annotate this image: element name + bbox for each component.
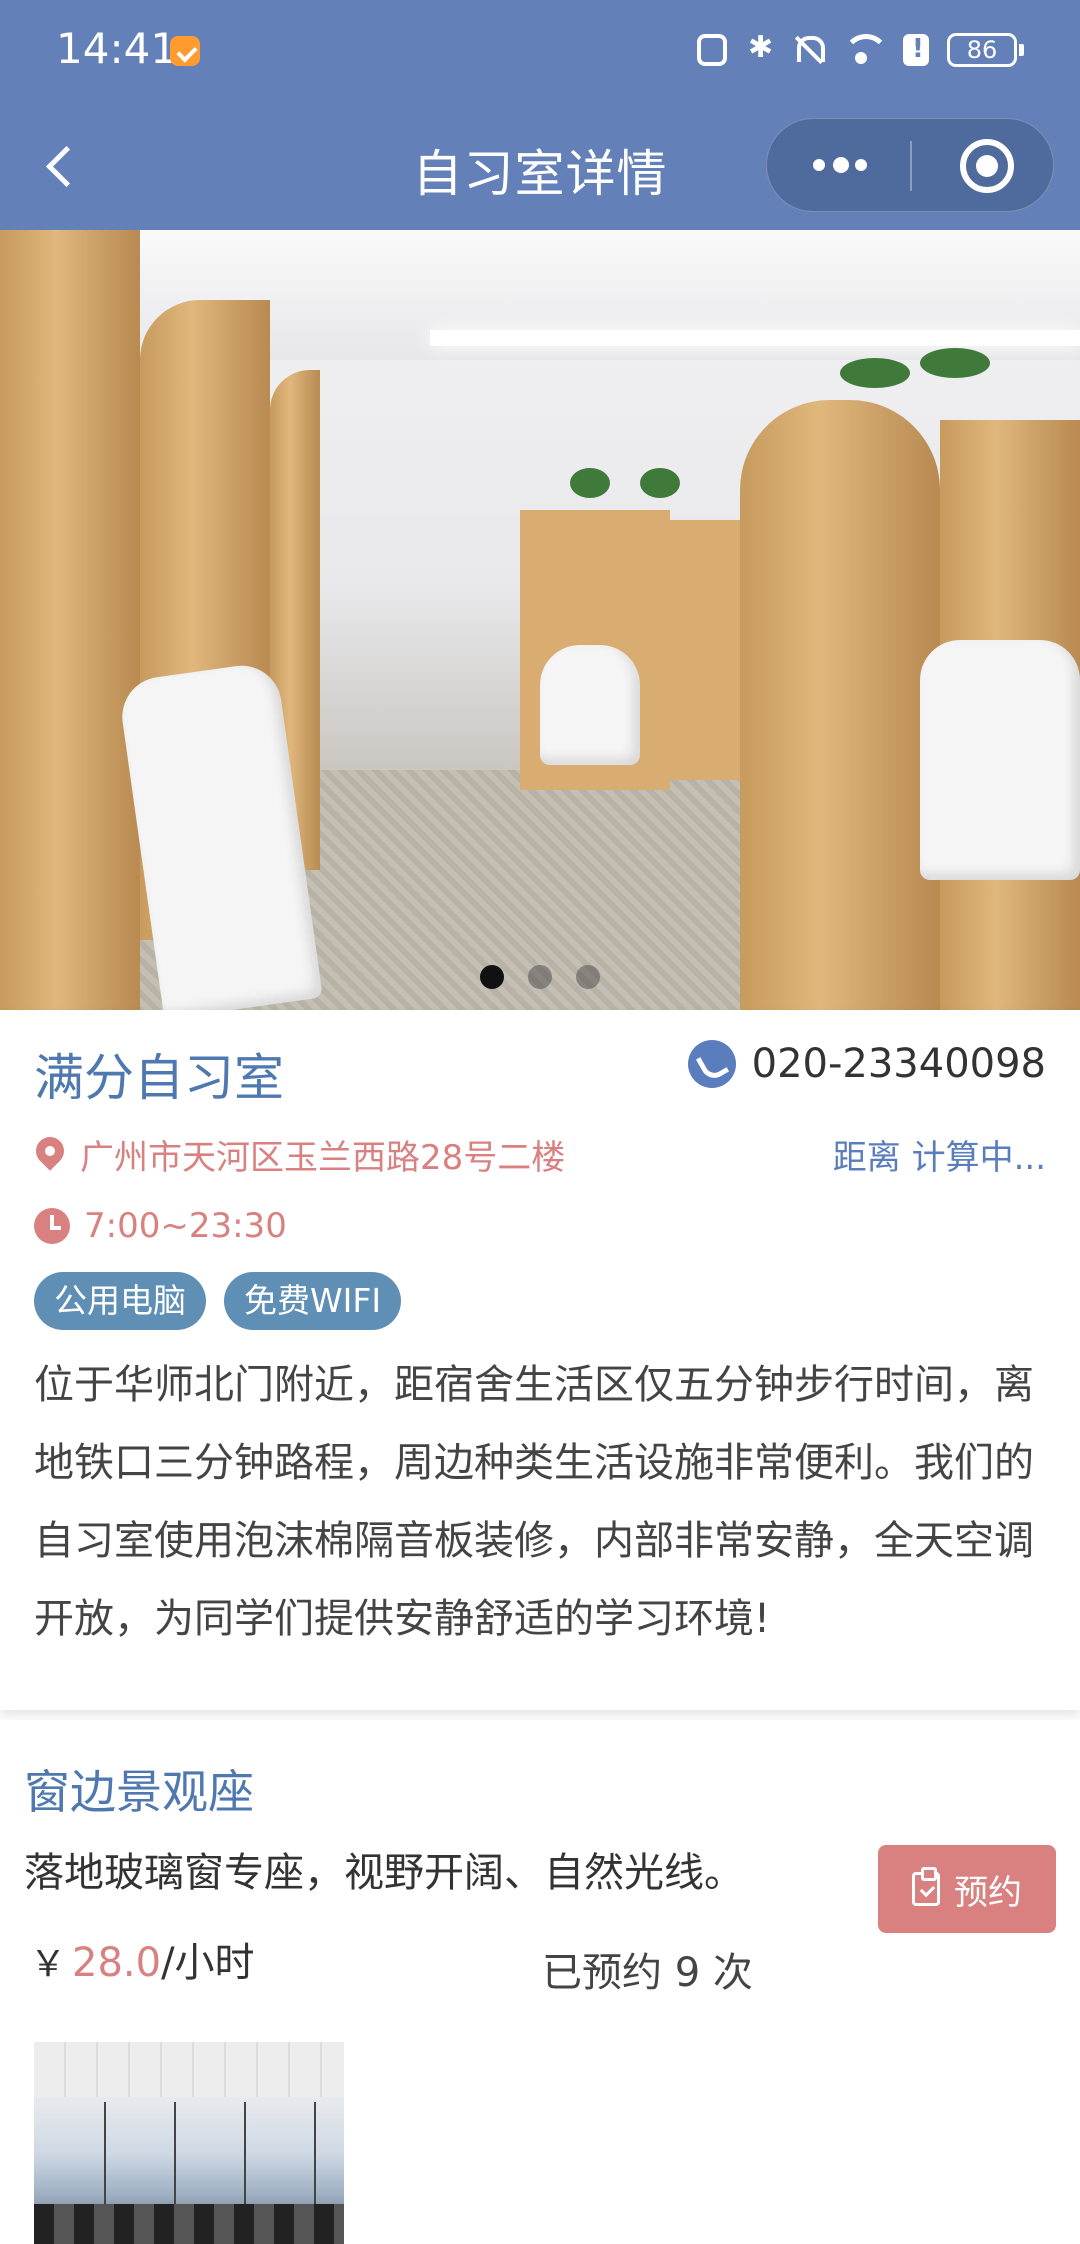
carousel-dot[interactable] bbox=[528, 965, 552, 989]
seat-photo[interactable] bbox=[34, 2042, 344, 2244]
room-info-card: 满分自习室 020-23340098 广州市天河区玉兰西路28号二楼 距离 计算… bbox=[0, 1010, 1080, 1710]
location-pin-icon bbox=[34, 1137, 66, 1173]
close-miniprogram-button[interactable] bbox=[960, 139, 1014, 193]
more-button[interactable] bbox=[805, 149, 875, 183]
seat-description: 落地玻璃窗专座，视野开阔、自然光线。 bbox=[24, 1850, 744, 1896]
mute-icon bbox=[793, 34, 825, 66]
capsule-divider bbox=[910, 141, 912, 191]
status-time: 14:41 bbox=[56, 24, 178, 73]
phone-icon bbox=[687, 1040, 736, 1088]
more-dots-icon bbox=[813, 159, 825, 171]
nav-bar: 自习室详情 bbox=[0, 100, 1080, 230]
facility-tag: 免费WIFI bbox=[224, 1272, 402, 1330]
seat-price: ￥ 28.0 /小时 bbox=[30, 1930, 255, 1988]
facility-tag: 公用电脑 bbox=[34, 1272, 206, 1330]
currency-symbol: ￥ bbox=[30, 1944, 67, 1985]
book-button[interactable]: 预约 bbox=[878, 1845, 1056, 1933]
clipboard-check-icon bbox=[912, 1867, 940, 1906]
book-label: 预约 bbox=[954, 1872, 1022, 1913]
booking-count: 已预约 9 次 bbox=[542, 1950, 753, 1996]
hours-row: 7:00~23:30 bbox=[34, 1206, 287, 1246]
room-name: 满分自习室 bbox=[34, 1049, 284, 1107]
nfc-icon bbox=[697, 34, 727, 66]
seat-name: 窗边景观座 bbox=[24, 1765, 254, 1819]
miniprogram-capsule bbox=[766, 118, 1054, 212]
wifi-icon bbox=[841, 34, 889, 66]
carousel-indicators bbox=[0, 965, 1080, 989]
photo-carousel[interactable] bbox=[0, 230, 1080, 1010]
alert-icon bbox=[903, 34, 929, 66]
app-notification-icon bbox=[170, 36, 200, 66]
status-bar: 14:41 86 bbox=[0, 0, 1080, 100]
seat-card: 窗边景观座 落地玻璃窗专座，视野开阔、自然光线。 预约 ￥ 28.0 /小时 已… bbox=[0, 1720, 1080, 2244]
carousel-dot[interactable] bbox=[480, 965, 504, 989]
address-row[interactable]: 广州市天河区玉兰西路28号二楼 距离 计算中... bbox=[34, 1130, 1046, 1179]
phone-call[interactable]: 020-23340098 bbox=[687, 1040, 1046, 1088]
carousel-dot[interactable] bbox=[576, 965, 600, 989]
top-bar: 14:41 86 自习室详情 bbox=[0, 0, 1080, 230]
opening-hours: 7:00~23:30 bbox=[84, 1206, 287, 1246]
clock-icon bbox=[34, 1208, 70, 1244]
distance-text: 距离 计算中... bbox=[832, 1138, 1046, 1178]
price-unit: /小时 bbox=[161, 1940, 255, 1986]
bluetooth-icon bbox=[745, 30, 775, 66]
address-text: 广州市天河区玉兰西路28号二楼 bbox=[80, 1138, 566, 1178]
room-description: 位于华师北门附近，距宿舍生活区仅五分钟步行时间，离地铁口三分钟路程，周边种类生活… bbox=[34, 1362, 1034, 1642]
price-amount: 28.0 bbox=[72, 1940, 162, 1986]
battery-icon: 86 bbox=[947, 33, 1024, 67]
battery-level: 86 bbox=[947, 33, 1017, 67]
phone-number: 020-23340098 bbox=[751, 1041, 1046, 1087]
facility-tags: 公用电脑 免费WIFI bbox=[34, 1272, 402, 1330]
status-icons: 86 bbox=[697, 28, 1024, 72]
